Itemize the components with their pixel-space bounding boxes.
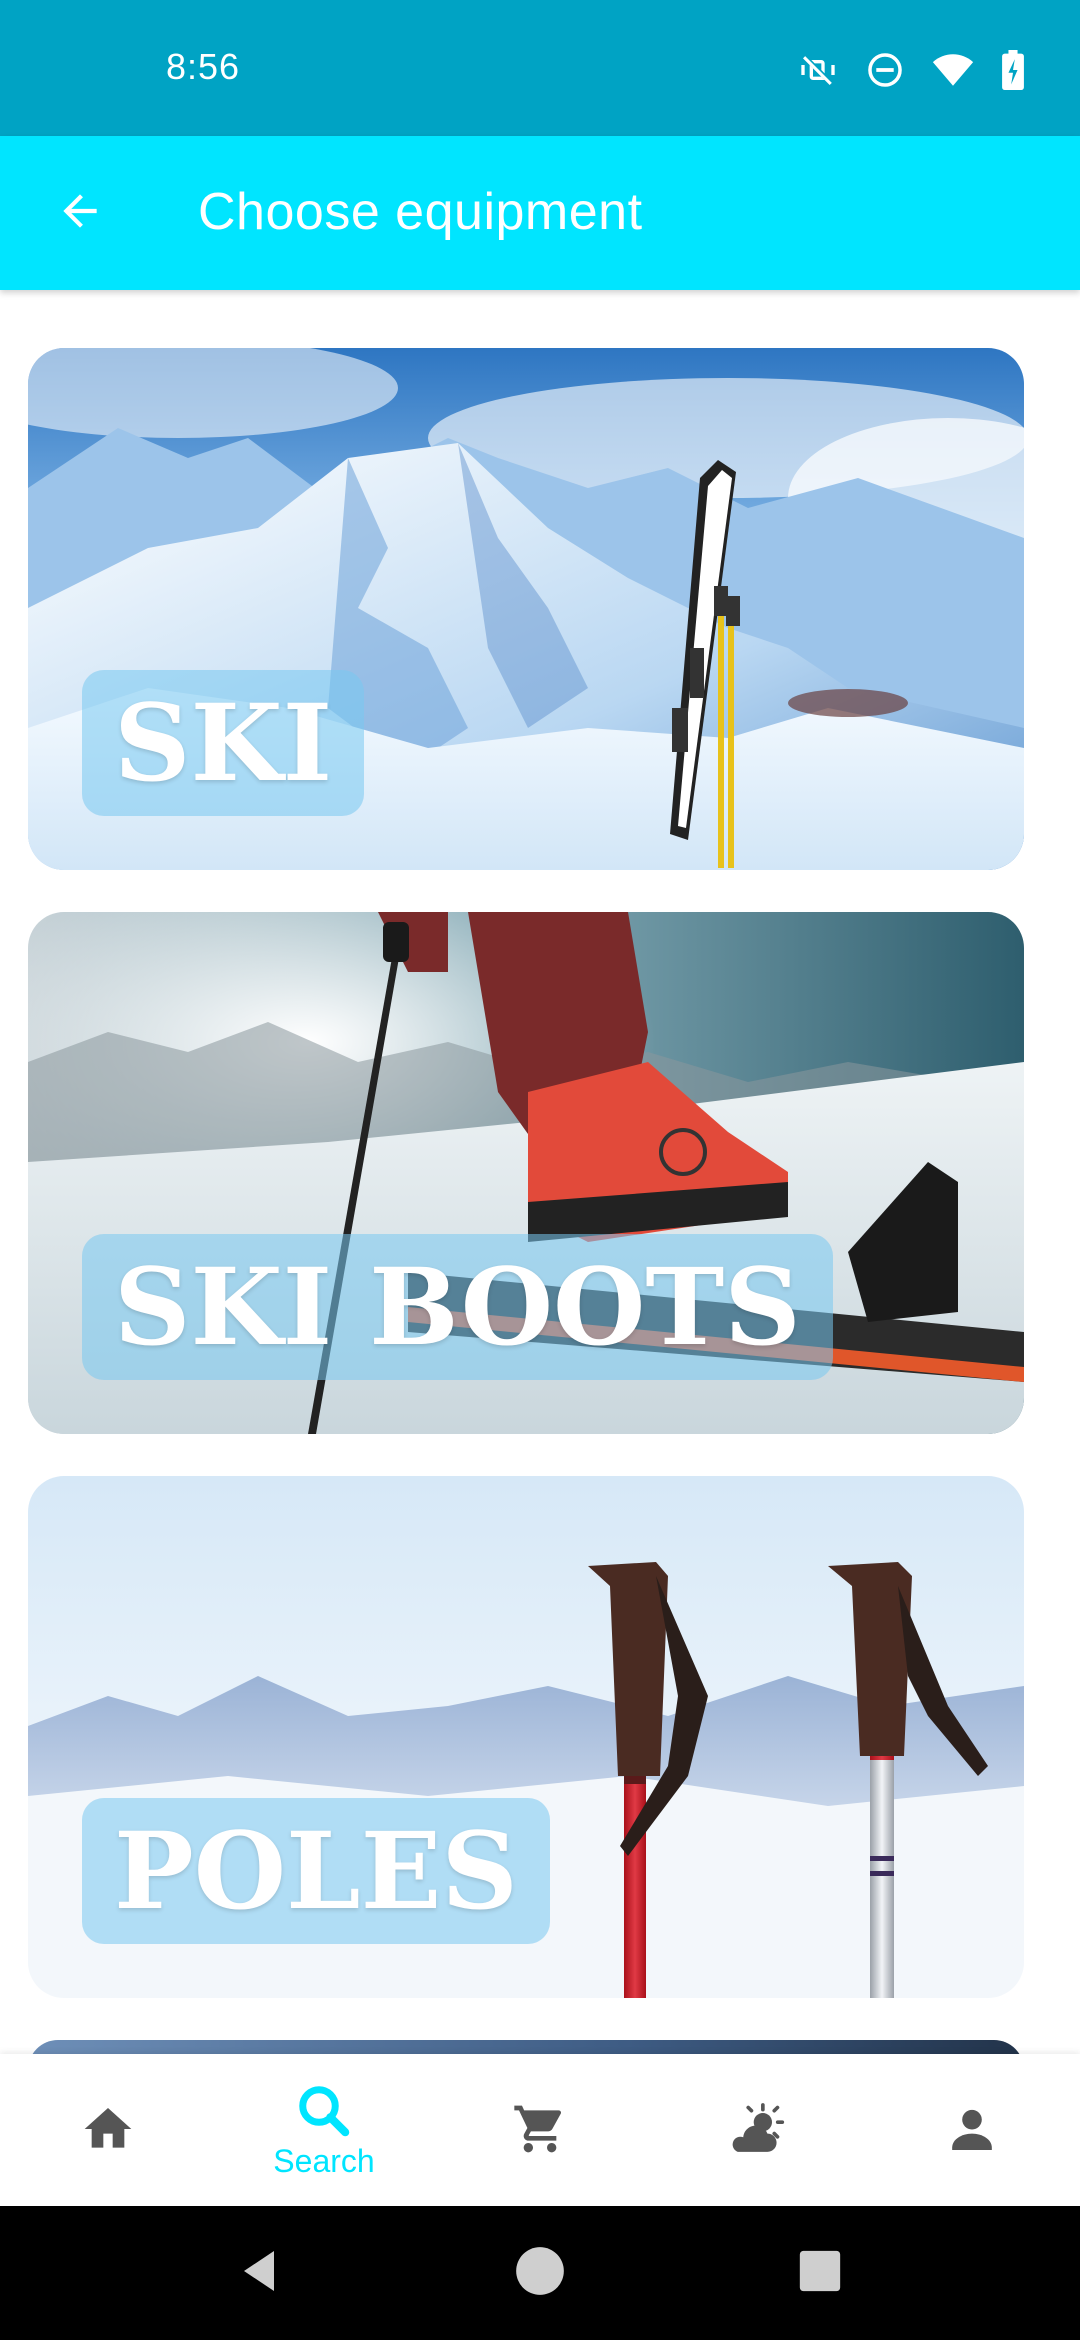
category-photo-partial <box>28 2040 1024 2054</box>
category-label: SKI BOOTS <box>82 1234 833 1380</box>
category-card-poles[interactable]: POLES <box>28 1476 1024 1998</box>
weather-icon <box>724 2101 788 2157</box>
category-label: POLES <box>82 1798 550 1944</box>
status-icons <box>798 48 1024 92</box>
nav-label-search: Search <box>273 2142 375 2179</box>
category-card-partial[interactable] <box>28 2040 1024 2054</box>
category-label: SKI <box>82 670 365 816</box>
circle-home-icon <box>514 2245 566 2302</box>
search-icon <box>294 2081 354 2141</box>
home-icon <box>80 2101 136 2157</box>
nav-item-home[interactable] <box>0 2054 216 2206</box>
square-recents-icon <box>798 2249 842 2298</box>
app-bar: Choose equipment <box>0 136 1080 290</box>
system-back-button[interactable] <box>200 2206 320 2340</box>
vibrate-off-icon <box>798 50 838 90</box>
cart-icon <box>512 2101 568 2157</box>
system-navigation-bar <box>0 2206 1080 2340</box>
back-button[interactable] <box>40 173 120 253</box>
category-card-ski-boots[interactable]: SKI BOOTS <box>28 912 1024 1434</box>
do-not-disturb-icon <box>866 51 904 89</box>
system-recents-button[interactable] <box>760 2206 880 2340</box>
nav-item-weather[interactable] <box>648 2054 864 2206</box>
bottom-navigation: Search <box>0 2054 1080 2206</box>
equipment-list[interactable]: SKI SKI BOOTS POLES <box>0 290 1080 2054</box>
nav-item-search[interactable]: Search <box>216 2054 432 2206</box>
wifi-icon <box>932 52 974 88</box>
profile-icon <box>944 2101 1000 2157</box>
page-title: Choose equipment <box>198 183 643 241</box>
nav-item-profile[interactable] <box>864 2054 1080 2206</box>
status-time: 8:56 <box>166 46 241 87</box>
nav-item-cart[interactable] <box>432 2054 648 2206</box>
battery-charging-icon <box>1002 50 1024 90</box>
triangle-back-icon <box>236 2246 284 2301</box>
screen: 8:56 Choose equipment SKI SKI BOOTS POLE… <box>0 0 1080 2340</box>
arrow-back-icon <box>55 186 105 241</box>
status-bar: 8:56 <box>0 0 1080 136</box>
category-card-ski[interactable]: SKI <box>28 348 1024 870</box>
system-home-button[interactable] <box>480 2206 600 2340</box>
